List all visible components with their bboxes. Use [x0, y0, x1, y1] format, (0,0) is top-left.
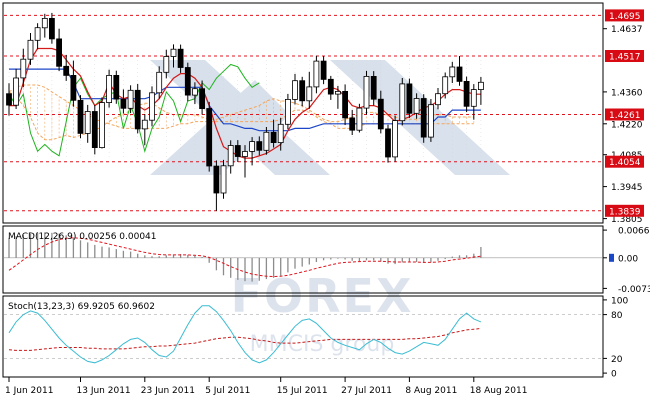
candle-bull — [41, 17, 48, 29]
candle-bear — [91, 111, 98, 148]
candle-bull — [34, 27, 41, 41]
candle-bull — [306, 86, 313, 102]
candle-bull — [249, 141, 256, 152]
x-tick-label: 8 Aug 2011 — [405, 386, 457, 396]
candle-bear — [327, 78, 334, 95]
candle-bull — [413, 98, 420, 114]
candle-bull — [442, 76, 449, 95]
stoch-tick-label: 20 — [611, 355, 623, 365]
candle-bull — [156, 71, 163, 94]
candle-bull — [470, 89, 477, 107]
stoch-signal-line — [8, 328, 481, 351]
candle-bear — [370, 76, 377, 100]
level-label: 1.4695 — [609, 12, 641, 22]
level-label: 1.4261 — [609, 111, 641, 121]
macd-tick-label: -0.00733 — [618, 285, 650, 295]
candle-bull — [356, 107, 363, 131]
x-tick-label: 13 Jun 2011 — [77, 386, 131, 396]
candle-bull — [149, 92, 155, 121]
candle-bear — [199, 88, 206, 109]
candle-bear — [177, 48, 184, 68]
x-tick-label: 1 Jun 2011 — [5, 386, 53, 396]
level-label: 1.3839 — [609, 207, 641, 217]
x-tick-label: 18 Aug 2011 — [470, 386, 528, 396]
candle-bull — [399, 83, 406, 122]
price-tick-label: 1.3945 — [611, 183, 643, 193]
candle-bull — [284, 99, 291, 125]
candle-bear — [385, 128, 391, 158]
candle-bull — [435, 93, 441, 106]
candle-bull — [277, 123, 284, 144]
candle-bull — [191, 88, 198, 96]
candle-bear — [77, 99, 84, 134]
candle-bear — [113, 75, 120, 100]
candle-bear — [213, 165, 220, 194]
candle-bear — [234, 145, 241, 157]
price-tick-label: 1.4360 — [611, 88, 643, 98]
x-tick-label: 5 Jul 2011 — [205, 386, 250, 396]
candle-bear — [377, 98, 384, 130]
price-tick-label: 1.4220 — [611, 120, 643, 130]
stoch-tick-label: 0 — [611, 370, 617, 380]
watermark-sub: MMCIS group — [250, 332, 395, 357]
candle-bear — [184, 67, 191, 96]
x-tick-label: 15 Jul 2011 — [277, 386, 328, 396]
candle-bull — [13, 77, 20, 106]
candle-bear — [63, 65, 70, 76]
level-label: 1.4054 — [609, 158, 641, 168]
candle-bull — [84, 111, 91, 134]
candle-bull — [334, 91, 341, 95]
stoch-tick-label: 80 — [611, 311, 623, 321]
candle-bull — [227, 145, 234, 167]
candle-bull — [449, 66, 456, 78]
candle-bull — [99, 102, 105, 148]
stoch-label: Stoch(13,23,3) 69.9205 60.9602 — [8, 302, 155, 312]
candle-bear — [320, 60, 327, 80]
candle-bear — [6, 93, 12, 106]
macd-tick-label: 0.00666 — [618, 227, 650, 237]
x-tick-label: 23 Jun 2011 — [141, 386, 195, 396]
forex-chart: FOREX MMCIS group MACD(12,26,9) 0.00256 … — [2, 2, 650, 396]
candle-bear — [134, 89, 141, 130]
candle-bull — [170, 48, 177, 57]
price-panel — [4, 12, 602, 212]
macd-current-marker — [609, 253, 614, 262]
candle-bull — [313, 60, 320, 88]
price-tick-label: 1.4637 — [611, 25, 643, 35]
macd-tick-label: 0.00 — [618, 254, 638, 264]
candle-bear — [299, 80, 306, 102]
candle-bull — [106, 75, 112, 104]
candle-bear — [342, 91, 349, 119]
candle-bull — [242, 151, 248, 157]
candle-bear — [349, 117, 356, 131]
candle-bull — [292, 80, 298, 100]
candle-bull — [141, 119, 148, 130]
candle-bull — [427, 104, 434, 138]
candle-bear — [256, 141, 263, 151]
candle-bear — [463, 81, 470, 107]
candle-bear — [120, 98, 127, 109]
candle-bull — [392, 120, 399, 158]
candle-bull — [363, 76, 370, 109]
candle-bull — [20, 58, 27, 79]
candle-bear — [56, 38, 62, 67]
candle-bear — [49, 17, 55, 40]
candle-bull — [163, 56, 170, 73]
stoch-tick-label: 100 — [611, 296, 628, 306]
candle-bear — [270, 131, 277, 144]
candle-bear — [420, 98, 427, 138]
candle-bear — [206, 108, 213, 167]
candle-bull — [127, 89, 134, 109]
candle-bear — [70, 75, 77, 101]
candle-bear — [406, 83, 413, 114]
level-label: 1.4517 — [609, 53, 641, 63]
candle-bull — [27, 39, 34, 60]
candle-bear — [456, 66, 463, 82]
macd-label: MACD(12,26,9) 0.00256 0.00041 — [8, 232, 157, 242]
candle-bull — [477, 81, 484, 91]
candle-bull — [220, 165, 227, 194]
x-tick-label: 27 Jul 2011 — [341, 386, 392, 396]
candle-bull — [263, 131, 270, 151]
